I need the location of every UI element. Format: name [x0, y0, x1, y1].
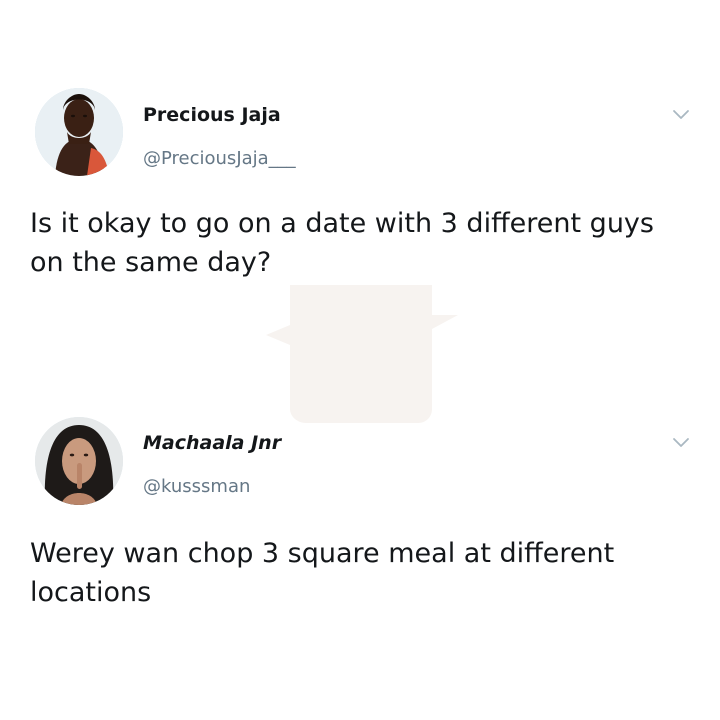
user-handle[interactable]: @PreciousJaja___ [143, 148, 296, 169]
avatar-photo [35, 417, 123, 505]
avatar-photo [35, 88, 123, 176]
display-name[interactable]: Precious Jaja [143, 104, 281, 126]
tweet-text: Is it okay to go on a date with 3 differ… [30, 208, 654, 278]
avatar[interactable] [35, 88, 123, 176]
chevron-down-icon[interactable] [672, 106, 690, 124]
avatar[interactable] [35, 417, 123, 505]
display-name[interactable]: Machaala Jnr [143, 432, 281, 454]
watermark-logo [266, 285, 458, 423]
user-handle[interactable]: @kusssman [143, 476, 250, 497]
chevron-down-icon[interactable] [672, 434, 690, 452]
tweet-screenshot: Precious Jaja @PreciousJaja___ Is it oka… [0, 0, 720, 720]
tweet-text: Werey wan chop 3 square meal at differen… [30, 538, 615, 608]
